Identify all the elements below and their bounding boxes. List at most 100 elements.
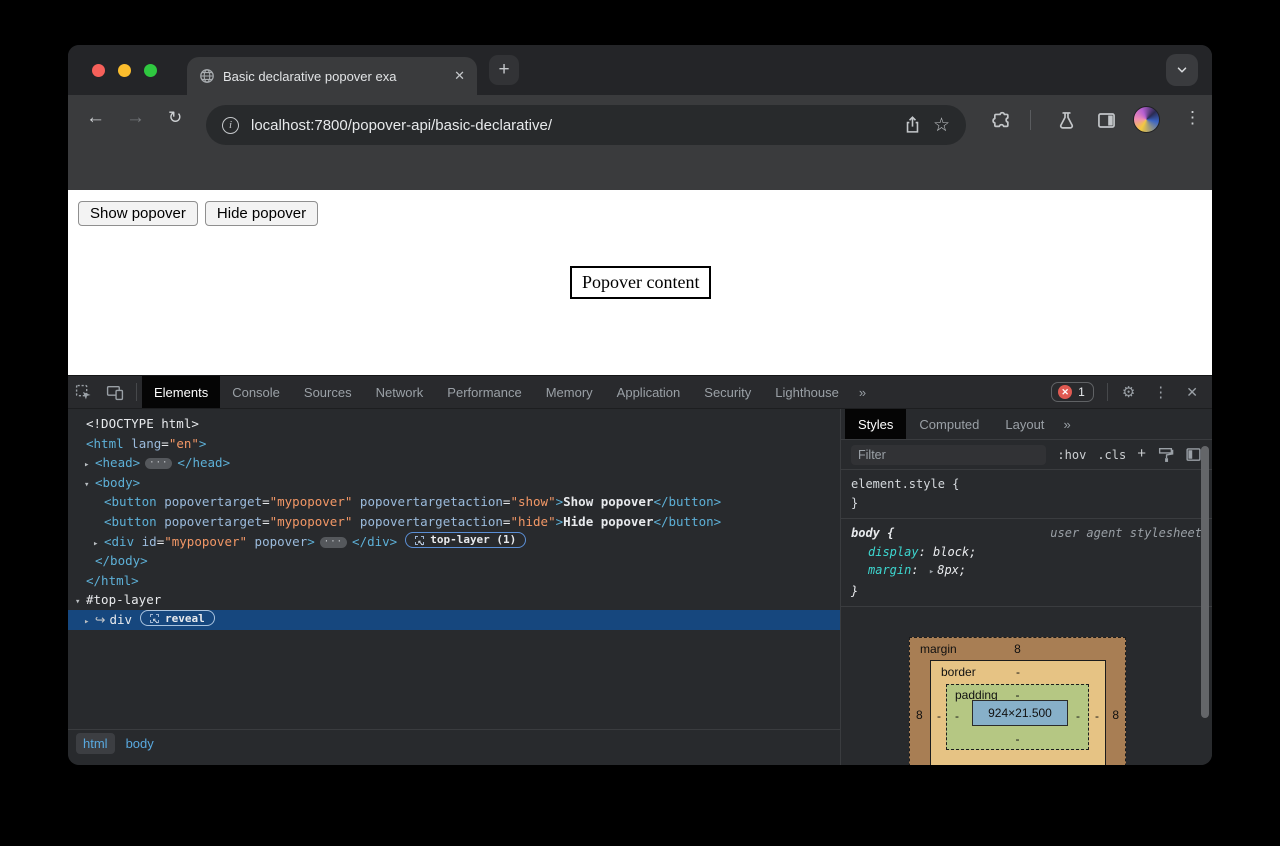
box-model-margin[interactable]: margin 8 8 8 border - - - padding - xyxy=(909,637,1126,765)
reload-button[interactable]: ↻ xyxy=(168,108,182,128)
tree-line[interactable]: ▸<head>···</head> xyxy=(68,453,840,473)
code-token: popovertarget xyxy=(164,494,262,509)
new-style-rule-button[interactable]: + xyxy=(1137,445,1146,462)
margin-left-value[interactable]: 8 xyxy=(916,708,923,722)
tree-line[interactable]: <button popovertarget="mypopover" popove… xyxy=(68,512,840,532)
tab-close-icon[interactable]: ✕ xyxy=(454,68,465,84)
devtools-tab-sources[interactable]: Sources xyxy=(292,376,364,408)
code-token: </button> xyxy=(653,494,721,509)
element-style-rule[interactable]: element.style { } xyxy=(841,470,1212,519)
ellipsis-expand-button[interactable]: ··· xyxy=(145,458,172,469)
side-panel-icon[interactable] xyxy=(1096,110,1117,131)
devtools-tab-lighthouse[interactable]: Lighthouse xyxy=(763,376,851,408)
toggle-element-classes[interactable]: .cls xyxy=(1097,448,1126,462)
code-token: popover xyxy=(247,534,307,549)
styles-scrollbar-thumb[interactable] xyxy=(1201,446,1209,718)
tree-line[interactable]: ▸↪ divreveal xyxy=(68,610,840,630)
devtools-settings-gear-icon[interactable]: ⚙ xyxy=(1113,376,1144,408)
hide-popover-button[interactable]: Hide popover xyxy=(205,201,318,226)
code-token: = xyxy=(262,494,270,509)
expand-arrow-icon[interactable]: ▾ xyxy=(75,593,86,613)
tree-line[interactable]: </html> xyxy=(68,571,840,591)
box-model-padding[interactable]: padding - - - - 924×21.500 xyxy=(946,684,1089,750)
code-token: lang xyxy=(124,436,162,451)
tree-line[interactable]: <html lang="en"> xyxy=(68,434,840,454)
code-token: </div> xyxy=(352,534,397,549)
css-property[interactable]: display: block; xyxy=(851,543,1202,562)
address-bar[interactable]: i localhost:7800/popover-api/basic-decla… xyxy=(206,105,966,145)
tree-line[interactable]: ▾#top-layer xyxy=(68,590,840,610)
profile-avatar[interactable] xyxy=(1133,106,1160,133)
devtools-tab-memory[interactable]: Memory xyxy=(534,376,605,408)
page-content: Show popover Hide popover Popover conten… xyxy=(68,190,1212,375)
code-token: #top-layer xyxy=(86,592,161,607)
padding-bottom-value[interactable]: - xyxy=(947,732,1088,746)
devtools-tab-network[interactable]: Network xyxy=(364,376,436,408)
devtools-close-icon[interactable]: ✕ xyxy=(1177,376,1212,408)
padding-right-value[interactable]: - xyxy=(1076,709,1080,723)
code-token: <body> xyxy=(95,475,140,490)
styles-filter-input[interactable]: Filter xyxy=(851,445,1046,465)
back-button[interactable]: ← xyxy=(86,107,105,129)
expand-shorthand-icon[interactable]: ▸ xyxy=(926,567,937,577)
devtools-menu-icon[interactable]: ⋮ xyxy=(1144,376,1177,408)
rule-selector: element.style xyxy=(851,477,945,491)
margin-top-value[interactable]: 8 xyxy=(910,642,1125,656)
css-property[interactable]: margin: ▸8px; xyxy=(851,561,1202,582)
more-panels-icon[interactable]: » xyxy=(851,376,874,408)
url-text[interactable]: localhost:7800/popover-api/basic-declara… xyxy=(251,117,892,134)
experiments-flask-icon[interactable] xyxy=(1056,110,1077,131)
breadcrumb-item-body[interactable]: body xyxy=(119,733,161,754)
expand-arrow-icon[interactable]: ▸ xyxy=(84,613,95,633)
code-token: "hide" xyxy=(510,514,555,529)
styles-tab-layout[interactable]: Layout xyxy=(992,409,1057,439)
reveal-badge[interactable]: reveal xyxy=(140,610,215,626)
rendering-emulation-icon[interactable] xyxy=(1157,446,1174,463)
style-rules: element.style { } user agent stylesheet … xyxy=(841,470,1212,607)
border-right-value[interactable]: - xyxy=(1095,709,1099,723)
border-top-value[interactable]: - xyxy=(931,665,1105,679)
show-popover-button[interactable]: Show popover xyxy=(78,201,198,226)
devtools-tab-application[interactable]: Application xyxy=(605,376,693,408)
top-layer-badge[interactable]: top-layer (1) xyxy=(405,532,526,548)
tree-line[interactable]: ▸<div id="mypopover" popover>···</div>to… xyxy=(68,532,840,552)
box-model-border[interactable]: border - - - padding - - - - 924×21.500 xyxy=(930,660,1106,765)
dock-sidebar-icon[interactable] xyxy=(1185,446,1202,463)
ellipsis-expand-button[interactable]: ··· xyxy=(320,537,347,548)
browser-tab[interactable]: Basic declarative popover exa ✕ xyxy=(187,57,477,95)
close-window-button[interactable] xyxy=(92,64,105,77)
breadcrumb-item-html[interactable]: html xyxy=(76,733,115,754)
maximize-window-button[interactable] xyxy=(144,64,157,77)
box-model-content[interactable]: 924×21.500 xyxy=(972,700,1068,726)
extensions-icon[interactable] xyxy=(990,110,1011,131)
tree-line[interactable]: <!DOCTYPE html> xyxy=(68,414,840,434)
tree-line[interactable]: ▾<body> xyxy=(68,473,840,493)
minimize-window-button[interactable] xyxy=(118,64,131,77)
devtools-tab-elements[interactable]: Elements xyxy=(142,376,220,408)
browser-menu-icon[interactable]: ⋮ xyxy=(1184,108,1201,128)
share-icon[interactable] xyxy=(904,116,921,134)
expand-arrow-icon[interactable]: ▾ xyxy=(84,476,95,496)
toggle-hover-state[interactable]: :hov xyxy=(1057,448,1086,462)
tab-search-button[interactable] xyxy=(1166,54,1198,86)
border-left-value[interactable]: - xyxy=(937,709,941,723)
bookmark-star-icon[interactable]: ☆ xyxy=(933,114,950,137)
device-toolbar-icon[interactable] xyxy=(99,376,131,408)
expand-arrow-icon[interactable]: ▸ xyxy=(84,456,95,476)
inspect-element-icon[interactable] xyxy=(68,376,99,408)
styles-tab-styles[interactable]: Styles xyxy=(845,409,906,439)
more-sidebar-tabs-icon[interactable]: » xyxy=(1057,409,1076,439)
error-count-badge[interactable]: ✕ 1 xyxy=(1051,382,1094,402)
margin-right-value[interactable]: 8 xyxy=(1112,708,1119,722)
site-info-icon[interactable]: i xyxy=(222,117,239,134)
user-agent-rule[interactable]: user agent stylesheet body { display: bl… xyxy=(841,519,1212,607)
new-tab-button[interactable]: + xyxy=(489,55,519,85)
forward-button[interactable]: → xyxy=(126,107,145,129)
devtools-tab-performance[interactable]: Performance xyxy=(435,376,533,408)
styles-tab-computed[interactable]: Computed xyxy=(906,409,992,439)
tree-line[interactable]: <button popovertarget="mypopover" popove… xyxy=(68,492,840,512)
devtools-tab-security[interactable]: Security xyxy=(692,376,763,408)
devtools-tab-console[interactable]: Console xyxy=(220,376,292,408)
tree-line[interactable]: </body> xyxy=(68,551,840,571)
padding-left-value[interactable]: - xyxy=(955,709,959,723)
